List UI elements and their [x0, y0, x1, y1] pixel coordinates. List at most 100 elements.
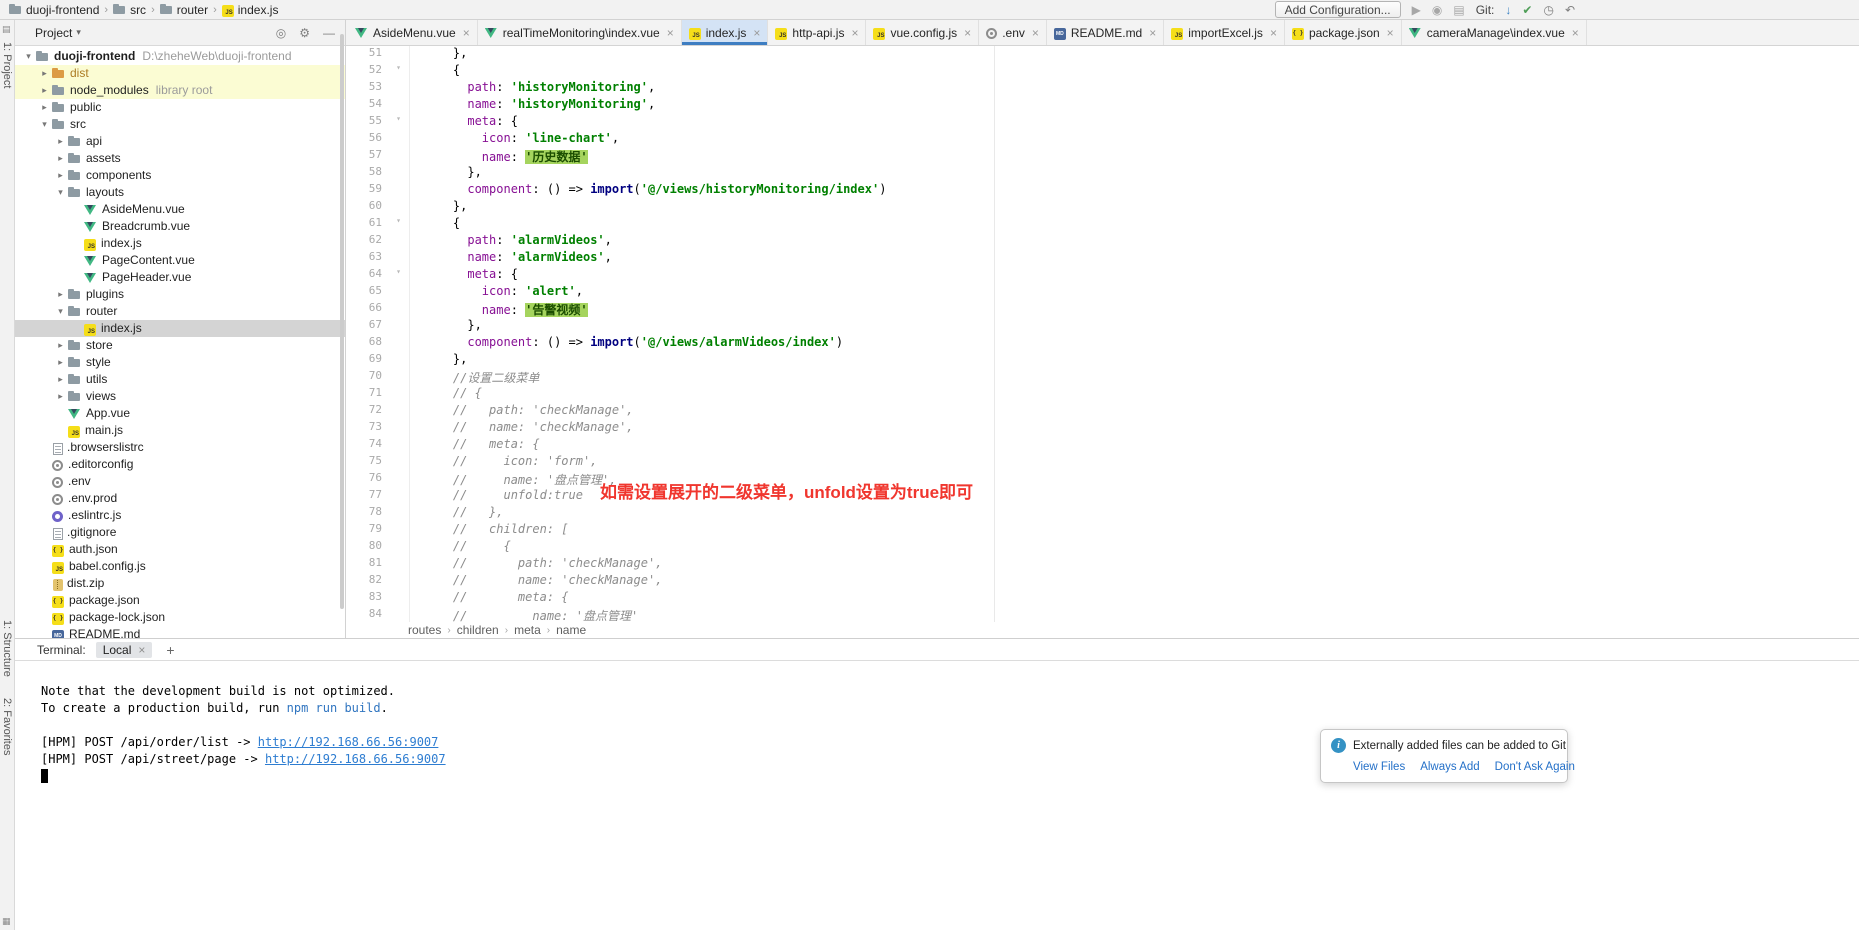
view-files-link[interactable]: View Files	[1353, 761, 1405, 773]
tree-item-env-prod[interactable]: .env.prod	[15, 490, 345, 507]
tree-item-src[interactable]: ▾src	[15, 116, 345, 133]
debug-icon[interactable]: ◉	[1432, 4, 1442, 16]
close-icon[interactable]: ×	[964, 26, 971, 40]
terminal-link[interactable]: http://192.168.66.56:9007	[258, 735, 439, 749]
hide-panel-icon[interactable]: —	[323, 27, 335, 39]
editor-tab-vue-config-js[interactable]: vue.config.js×	[866, 20, 979, 45]
close-icon[interactable]: ×	[851, 26, 858, 40]
terminal-link[interactable]: http://192.168.66.56:9007	[265, 752, 446, 766]
terminal-output[interactable]: Note that the development build is not o…	[15, 661, 1859, 930]
run-icon[interactable]: ▶	[1412, 4, 1421, 16]
code-line[interactable]: 60 },	[346, 199, 1859, 216]
close-icon[interactable]: ×	[138, 643, 145, 657]
close-icon[interactable]: ×	[1572, 26, 1579, 40]
tree-item-auth-json[interactable]: auth.json	[15, 541, 345, 558]
tree-item-api[interactable]: ▸api	[15, 133, 345, 150]
breadcrumb-item-router[interactable]: router	[157, 3, 211, 17]
code-line[interactable]: 75 // icon: 'form',	[346, 454, 1859, 471]
collapse-arrow-icon[interactable]: ▾	[21, 48, 36, 65]
code-line[interactable]: 56 icon: 'line-chart',	[346, 131, 1859, 148]
code-line[interactable]: 69 },	[346, 352, 1859, 369]
code-line[interactable]: 51 },	[346, 46, 1859, 63]
breadcrumb-item-meta[interactable]: meta	[514, 623, 541, 637]
update-project-icon[interactable]: ↓	[1505, 4, 1511, 16]
tree-item-router[interactable]: ▾router	[15, 303, 345, 320]
tree-item-plugins[interactable]: ▸plugins	[15, 286, 345, 303]
tree-item-readme-md[interactable]: README.md	[15, 626, 345, 638]
collapse-arrow-icon[interactable]: ▾	[53, 184, 68, 201]
tree-item-breadcrumb-vue[interactable]: Breadcrumb.vue	[15, 218, 345, 235]
expand-arrow-icon[interactable]: ▸	[53, 337, 68, 354]
expand-arrow-icon[interactable]: ▸	[53, 150, 68, 167]
expand-arrow-icon[interactable]: ▸	[53, 354, 68, 371]
code-line[interactable]: 57 name: '历史数据'	[346, 148, 1859, 165]
tree-item-components[interactable]: ▸components	[15, 167, 345, 184]
breadcrumb-item-src[interactable]: src	[110, 3, 149, 17]
tree-item-gitignore[interactable]: .gitignore	[15, 524, 345, 541]
tree-item-utils[interactable]: ▸utils	[15, 371, 345, 388]
tree-item-index-js[interactable]: index.js	[15, 235, 345, 252]
tree-item-package-lock-json[interactable]: package-lock.json	[15, 609, 345, 626]
code-line[interactable]: 73 // name: 'checkManage',	[346, 420, 1859, 437]
fold-marker-icon[interactable]: ▾	[388, 267, 410, 284]
tree-item-pagecontent-vue[interactable]: PageContent.vue	[15, 252, 345, 269]
code-line[interactable]: 82 // name: 'checkManage',	[346, 573, 1859, 590]
tool-button-project[interactable]: 1: Project	[1, 42, 13, 88]
editor-tab-http-api-js[interactable]: http-api.js×	[768, 20, 866, 45]
code-line[interactable]: 58 },	[346, 165, 1859, 182]
breadcrumb-item-routes[interactable]: routes	[408, 623, 441, 637]
expand-arrow-icon[interactable]: ▸	[37, 82, 52, 99]
close-icon[interactable]: ×	[667, 26, 674, 40]
locate-file-icon[interactable]: ◎	[276, 27, 286, 39]
editor-tab-package-json[interactable]: package.json×	[1285, 20, 1402, 45]
tree-item-env[interactable]: .env	[15, 473, 345, 490]
code-line[interactable]: 62 path: 'alarmVideos',	[346, 233, 1859, 250]
add-configuration-button[interactable]: Add Configuration...	[1275, 1, 1401, 18]
code-line[interactable]: 76 // name: '盘点管理',	[346, 471, 1859, 488]
coverage-icon[interactable]: ▤	[1453, 4, 1464, 16]
tool-button-favorites[interactable]: 2: Favorites	[1, 698, 13, 755]
code-line[interactable]: 79 // children: [	[346, 522, 1859, 539]
code-line[interactable]: 71 // {	[346, 386, 1859, 403]
collapse-arrow-icon[interactable]: ▾	[37, 116, 52, 133]
tree-item-layouts[interactable]: ▾layouts	[15, 184, 345, 201]
close-icon[interactable]: ×	[1270, 26, 1277, 40]
close-icon[interactable]: ×	[1149, 26, 1156, 40]
breadcrumb-item-index-js[interactable]: index.js	[219, 3, 282, 17]
expand-arrow-icon[interactable]: ▸	[53, 133, 68, 150]
code-line[interactable]: 83 // meta: {	[346, 590, 1859, 607]
scrollbar[interactable]	[340, 34, 344, 609]
tree-item-dist[interactable]: ▸dist	[15, 65, 345, 82]
tree-item-style[interactable]: ▸style	[15, 354, 345, 371]
code-line[interactable]: 74 // meta: {	[346, 437, 1859, 454]
editor-tab-asidemenu-vue[interactable]: AsideMenu.vue×	[348, 20, 478, 45]
code-line[interactable]: 65 icon: 'alert',	[346, 284, 1859, 301]
code-editor[interactable]: 51 },52▾ {53 path: 'historyMonitoring',5…	[346, 46, 1859, 622]
editor-tab-env[interactable]: .env×	[979, 20, 1047, 45]
editor-tab-index-js[interactable]: index.js×	[682, 20, 769, 45]
tree-item-editorconfig[interactable]: .editorconfig	[15, 456, 345, 473]
code-line[interactable]: 72 // path: 'checkManage',	[346, 403, 1859, 420]
breadcrumb-item-name[interactable]: name	[556, 623, 586, 637]
history-icon[interactable]: ◷	[1543, 4, 1553, 16]
close-icon[interactable]: ×	[753, 26, 760, 40]
tree-item-browserslistrc[interactable]: .browserslistrc	[15, 439, 345, 456]
tree-item-duoji-frontend[interactable]: ▾duoji-frontendD:\zheheWeb\duoji-fronten…	[15, 48, 345, 65]
expand-arrow-icon[interactable]: ▸	[37, 99, 52, 116]
expand-arrow-icon[interactable]: ▸	[53, 371, 68, 388]
code-line[interactable]: 64▾ meta: {	[346, 267, 1859, 284]
expand-arrow-icon[interactable]: ▸	[37, 65, 52, 82]
fold-marker-icon[interactable]: ▾	[388, 63, 410, 80]
tree-item-assets[interactable]: ▸assets	[15, 150, 345, 167]
code-line[interactable]: 63 name: 'alarmVideos',	[346, 250, 1859, 267]
close-icon[interactable]: ×	[1032, 26, 1039, 40]
editor-tab-readme-md[interactable]: README.md×	[1047, 20, 1164, 45]
code-line[interactable]: 68 component: () => import('@/views/alar…	[346, 335, 1859, 352]
don-t-ask-again-link[interactable]: Don't Ask Again	[1495, 761, 1575, 773]
tree-item-dist-zip[interactable]: dist.zip	[15, 575, 345, 592]
breadcrumb-item-duoji-frontend[interactable]: duoji-frontend	[6, 3, 102, 17]
tree-item-views[interactable]: ▸views	[15, 388, 345, 405]
project-view-dropdown[interactable]: Project ▾	[35, 26, 81, 40]
code-line[interactable]: 77 // unfold:true	[346, 488, 1859, 505]
tree-item-pageheader-vue[interactable]: PageHeader.vue	[15, 269, 345, 286]
